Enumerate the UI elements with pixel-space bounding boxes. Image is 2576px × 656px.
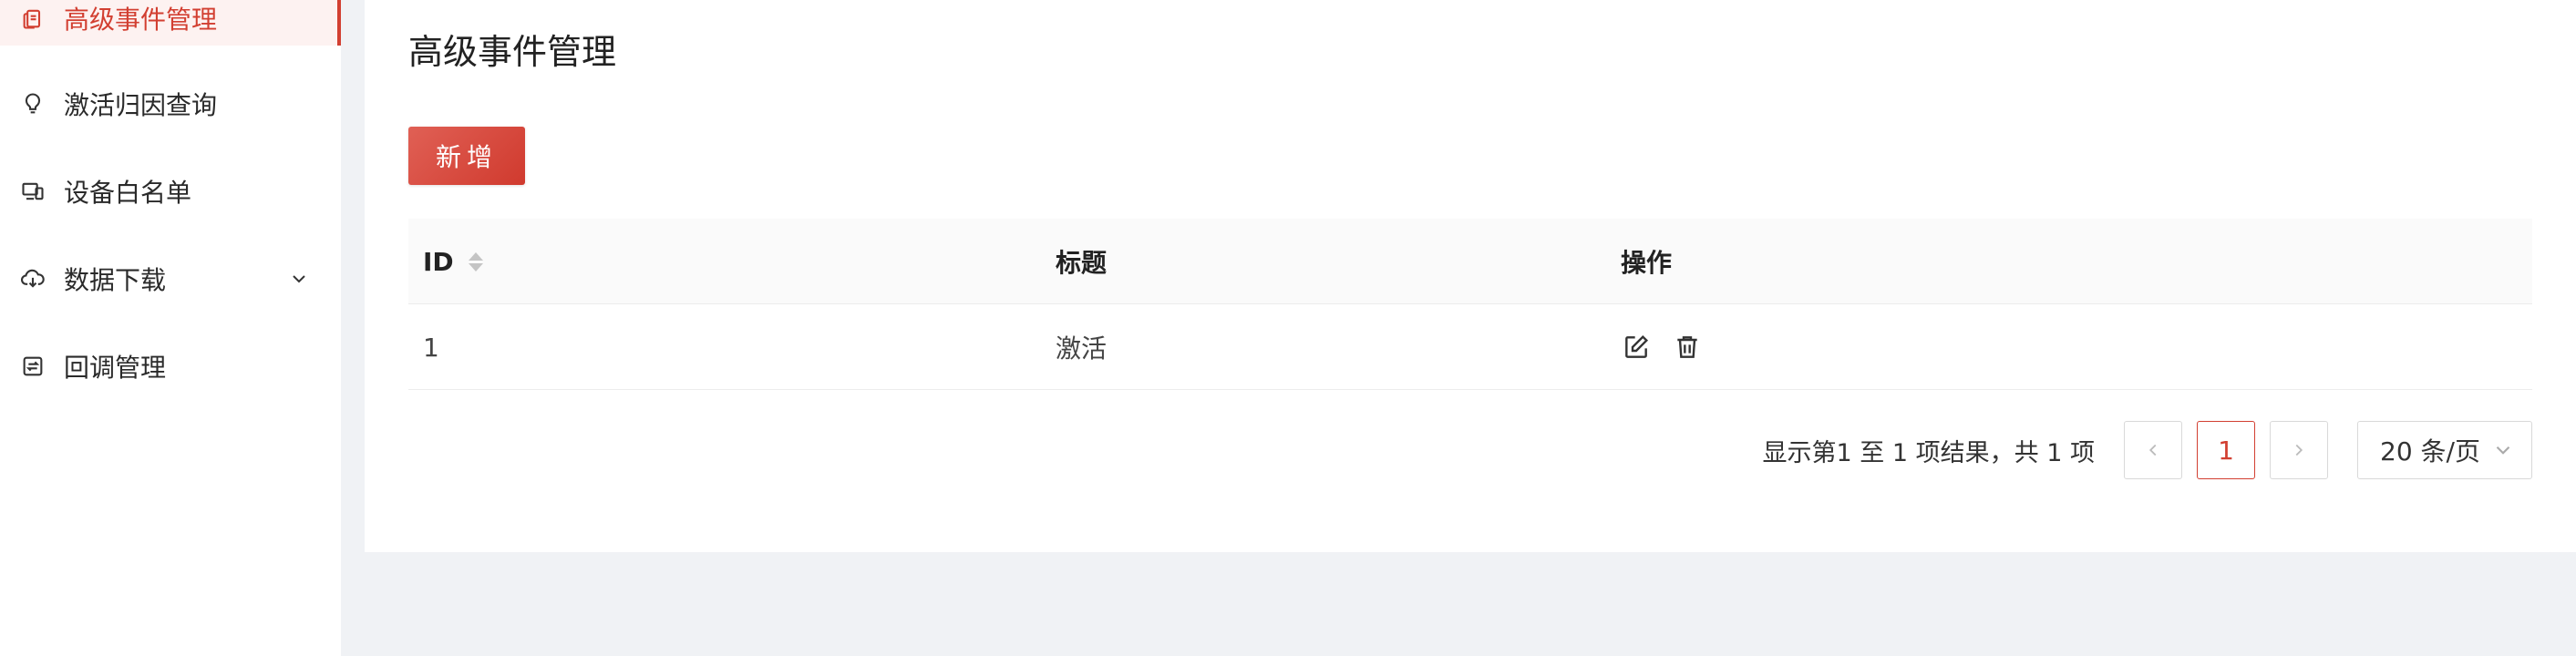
sidebar-item-activation-query[interactable]: 激活归因查询: [0, 77, 341, 131]
devices-icon: [18, 177, 47, 206]
cell-title: 激活: [1056, 333, 1108, 364]
column-header-actions: 操作: [1621, 248, 1673, 278]
lightbulb-icon: [18, 89, 47, 118]
prev-page-button[interactable]: [2124, 421, 2182, 479]
sidebar: 高级事件管理 激活归因查询 设备白名单 数据下载 回调管理: [0, 0, 341, 656]
content-card: 高级事件管理 新增 ID 标题 操作 1 激活 显示第1 至 1 项结果，共 1…: [365, 0, 2576, 552]
table-header: ID 标题 操作: [408, 219, 2532, 304]
callback-icon: [18, 352, 47, 381]
delete-icon[interactable]: [1672, 332, 1703, 363]
sidebar-item-callback-management[interactable]: 回调管理: [0, 339, 341, 394]
column-header-title: 标题: [1056, 248, 1108, 278]
next-page-button[interactable]: [2270, 421, 2328, 479]
sort-icon[interactable]: [468, 251, 483, 272]
chevron-down-icon: [2496, 446, 2510, 455]
sidebar-item-device-whitelist[interactable]: 设备白名单: [0, 164, 341, 219]
edit-icon[interactable]: [1621, 332, 1652, 363]
cloud-download-icon: [18, 264, 47, 293]
sidebar-item-advanced-events[interactable]: 高级事件管理: [0, 0, 341, 46]
column-header-id[interactable]: ID: [423, 219, 483, 304]
chevron-right-icon: [2295, 444, 2303, 456]
events-table: ID 标题 操作 1 激活: [408, 219, 2532, 390]
page-button-1[interactable]: 1: [2197, 421, 2255, 479]
sidebar-item-data-download[interactable]: 数据下载: [0, 251, 341, 306]
pagination: 显示第1 至 1 项结果，共 1 项 1 20 条/页: [1763, 421, 2532, 479]
chevron-left-icon: [2148, 444, 2157, 456]
sidebar-item-label: 回调管理: [64, 353, 167, 383]
cell-id: 1: [423, 332, 439, 363]
cell-actions: [1621, 304, 1723, 390]
sidebar-item-label: 高级事件管理: [64, 5, 218, 35]
chevron-down-icon[interactable]: [286, 266, 312, 292]
sidebar-item-label: 数据下载: [64, 265, 167, 295]
page-title: 高级事件管理: [408, 32, 617, 72]
page-size-value: 20 条/页: [2380, 436, 2480, 466]
add-button[interactable]: 新增: [408, 127, 525, 185]
pagination-summary: 显示第1 至 1 项结果，共 1 项: [1762, 438, 2095, 467]
document-copy-icon: [18, 4, 47, 33]
sidebar-item-label: 设备白名单: [64, 178, 192, 208]
sidebar-item-label: 激活归因查询: [64, 90, 218, 120]
page-size-select[interactable]: 20 条/页: [2357, 421, 2532, 479]
table-row: 1 激活: [408, 304, 2532, 390]
